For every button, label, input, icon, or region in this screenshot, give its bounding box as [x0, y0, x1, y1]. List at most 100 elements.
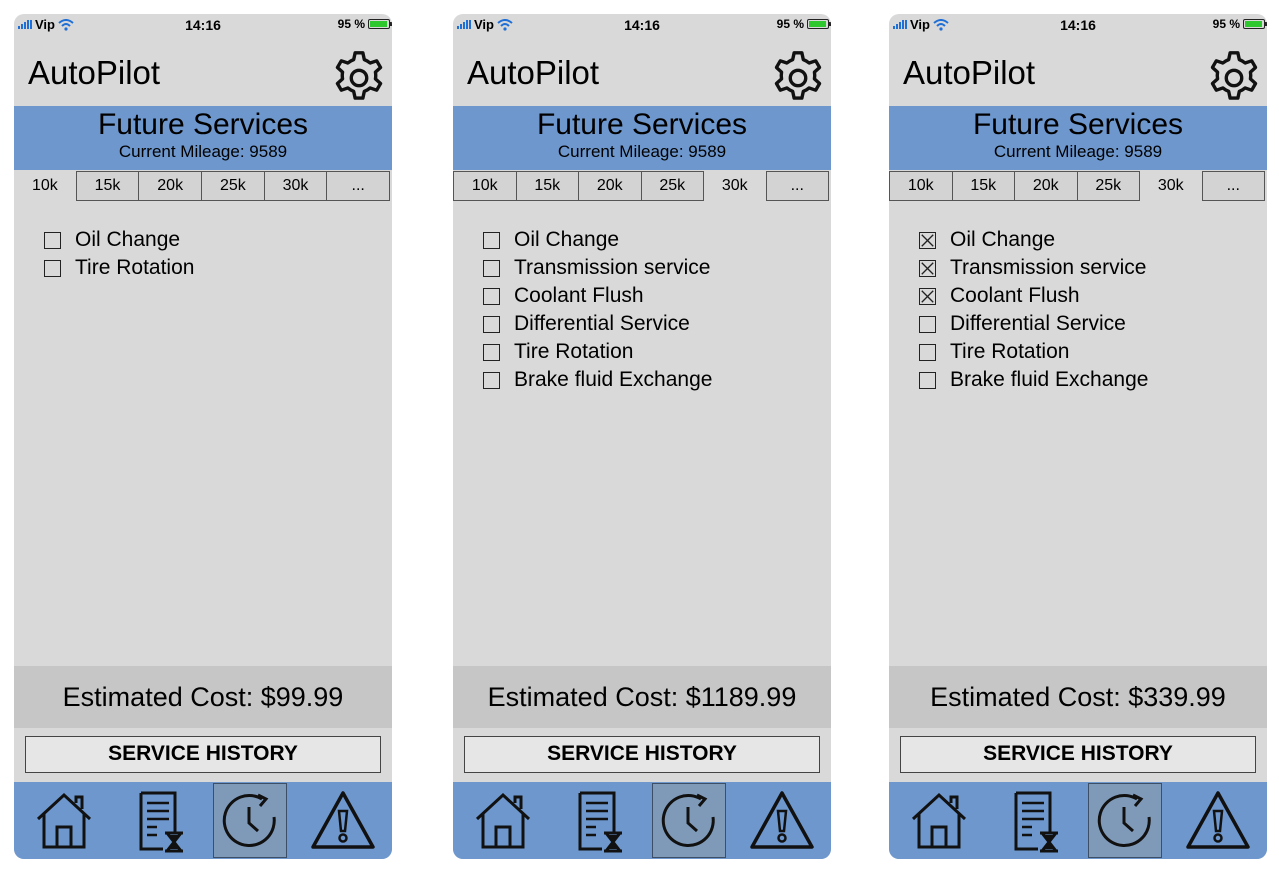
tab-20k[interactable]: 20k	[1014, 171, 1077, 201]
service-checkbox[interactable]	[44, 259, 61, 277]
service-label: Oil Change	[75, 228, 181, 251]
future-services-banner: Future Services Current Mileage: 9589	[889, 106, 1267, 170]
service-label: Oil Change	[514, 228, 620, 251]
status-bar: Vip 14:16 95 %	[453, 14, 831, 36]
service-label: Tire Rotation	[950, 340, 1070, 363]
gear-icon[interactable]	[769, 49, 827, 107]
app-title: AutoPilot	[903, 54, 1036, 91]
alert-icon	[311, 790, 375, 849]
nav-schedule[interactable]	[997, 783, 1071, 858]
service-checkbox[interactable]	[483, 371, 500, 389]
nav-alerts[interactable]	[745, 783, 819, 858]
service-checkbox[interactable]	[483, 231, 500, 249]
app-header: AutoPilot	[453, 44, 831, 106]
bottom-nav	[889, 782, 1267, 859]
tab-20k[interactable]: 20k	[138, 171, 202, 201]
service-item[interactable]: Tire Rotation	[919, 338, 1257, 366]
status-bar: Vip 14:16 95 %	[14, 14, 392, 36]
service-list: Oil Change Transmission service Coolant …	[483, 226, 821, 394]
service-checkbox[interactable]	[919, 315, 936, 333]
service-item[interactable]: Tire Rotation	[44, 254, 382, 282]
service-checkbox-checked[interactable]	[919, 231, 936, 249]
tab-10k[interactable]: 10k	[453, 171, 516, 201]
nav-history[interactable]	[1088, 783, 1162, 858]
service-label: Coolant Flush	[950, 284, 1080, 307]
service-item[interactable]: Coolant Flush	[483, 282, 821, 310]
service-checkbox[interactable]	[919, 371, 936, 389]
tab-more[interactable]: ...	[765, 171, 829, 201]
service-label: Brake fluid Exchange	[950, 368, 1149, 391]
tab-20k[interactable]: 20k	[578, 171, 641, 201]
battery-icon	[1243, 19, 1267, 29]
nav-schedule[interactable]	[561, 783, 635, 858]
service-history-button[interactable]: SERVICE HISTORY	[900, 736, 1256, 773]
nav-alerts[interactable]	[1181, 783, 1255, 858]
service-checkbox[interactable]	[483, 343, 500, 361]
tab-30k[interactable]: 30k	[263, 171, 327, 201]
service-label: Transmission service	[514, 256, 711, 279]
battery-icon	[807, 19, 831, 29]
phone-screen-3: Vip 14:16 95 % AutoPilot Future Services…	[889, 14, 1267, 859]
service-item[interactable]: Oil Change	[483, 226, 821, 254]
service-checkbox[interactable]	[483, 259, 500, 277]
nav-home[interactable]	[466, 783, 540, 858]
nav-home[interactable]	[27, 783, 101, 858]
service-item[interactable]: Transmission service	[483, 254, 821, 282]
service-checkbox[interactable]	[483, 287, 500, 305]
service-checkbox[interactable]	[919, 343, 936, 361]
app-title: AutoPilot	[467, 54, 600, 91]
current-mileage: Current Mileage: 9589	[557, 142, 727, 161]
tab-15k[interactable]: 15k	[951, 171, 1014, 201]
service-checkbox[interactable]	[483, 315, 500, 333]
tab-15k[interactable]: 15k	[75, 171, 139, 201]
service-item[interactable]: Brake fluid Exchange	[483, 366, 821, 394]
estimated-cost: Estimated Cost: $99.99	[14, 666, 392, 728]
service-schedule-icon	[1014, 791, 1058, 852]
history-clock-icon	[222, 793, 276, 847]
gear-icon[interactable]	[1205, 49, 1263, 107]
service-item[interactable]: Coolant Flush	[919, 282, 1257, 310]
nav-alerts[interactable]	[306, 783, 380, 858]
service-item[interactable]: Transmission service	[919, 254, 1257, 282]
service-item[interactable]: Oil Change	[919, 226, 1257, 254]
tab-more[interactable]: ...	[1201, 171, 1265, 201]
service-checkbox-checked[interactable]	[919, 287, 936, 305]
phone-screen-1: Vip 14:16 95 % AutoPilot Future Services…	[14, 14, 392, 859]
future-services-banner: Future Services Current Mileage: 9589	[453, 106, 831, 170]
nav-schedule[interactable]	[122, 783, 196, 858]
tab-15k[interactable]: 15k	[515, 171, 578, 201]
tab-30k[interactable]: 30k	[704, 171, 766, 201]
phone-screen-2: Vip 14:16 95 % AutoPilot Future Services…	[453, 14, 831, 859]
nav-home[interactable]	[902, 783, 976, 858]
app-header: AutoPilot	[889, 44, 1267, 106]
tab-25k[interactable]: 25k	[201, 171, 264, 201]
tab-25k[interactable]: 25k	[640, 171, 704, 201]
service-item[interactable]: Differential Service	[919, 310, 1257, 338]
service-item[interactable]: Brake fluid Exchange	[919, 366, 1257, 394]
nav-history[interactable]	[652, 783, 726, 858]
tab-10k[interactable]: 10k	[889, 171, 952, 201]
service-history-button[interactable]: SERVICE HISTORY	[464, 736, 820, 773]
gear-icon[interactable]	[330, 49, 388, 107]
battery-percent: 95 %	[337, 17, 365, 31]
service-history-button[interactable]: SERVICE HISTORY	[25, 736, 381, 773]
app-title: AutoPilot	[28, 54, 161, 91]
service-item[interactable]: Tire Rotation	[483, 338, 821, 366]
service-item[interactable]: Differential Service	[483, 310, 821, 338]
service-label: Transmission service	[950, 256, 1147, 279]
battery-percent: 95 %	[776, 17, 804, 31]
tab-10k[interactable]: 10k	[14, 171, 76, 201]
tab-more[interactable]: ...	[326, 171, 391, 201]
service-checkbox-checked[interactable]	[919, 259, 936, 277]
tab-30k[interactable]: 30k	[1140, 171, 1202, 201]
service-schedule-icon	[578, 791, 622, 852]
nav-history[interactable]	[213, 783, 287, 858]
tab-25k[interactable]: 25k	[1076, 171, 1140, 201]
app-header: AutoPilot	[14, 44, 392, 106]
mileage-tabs: 10k 15k 20k 25k 30k ...	[889, 170, 1267, 202]
service-checkbox[interactable]	[44, 231, 61, 249]
banner-title: Future Services	[972, 108, 1184, 141]
service-label: Coolant Flush	[514, 284, 644, 307]
current-mileage: Current Mileage: 9589	[993, 142, 1163, 161]
service-item[interactable]: Oil Change	[44, 226, 382, 254]
